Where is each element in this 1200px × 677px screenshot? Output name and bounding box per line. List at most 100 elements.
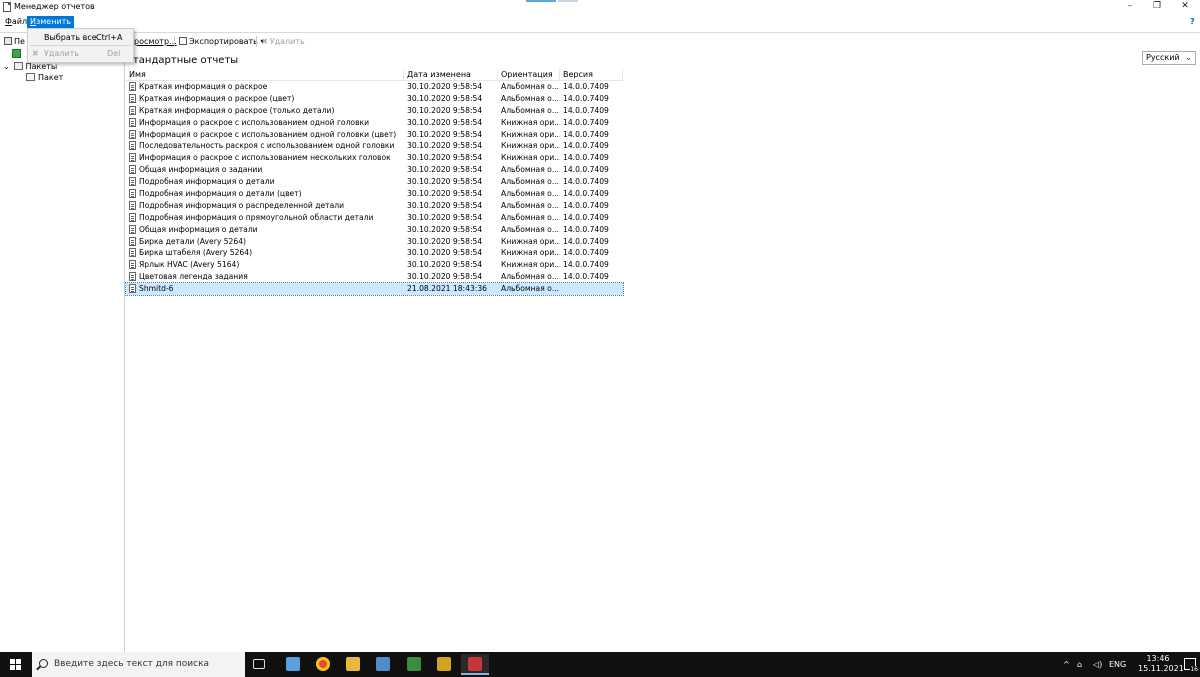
help-icon[interactable]: ? [1187, 16, 1198, 28]
delete-button[interactable]: ✖ Удалить [261, 36, 305, 47]
export-document-icon [179, 37, 187, 45]
cell-version: 14.0.0.7409 [563, 189, 609, 199]
chevron-down-icon[interactable]: ⌄ [3, 61, 11, 72]
taskbar-search-input[interactable]: Введите здесь текст для поиска [32, 652, 245, 677]
table-row[interactable]: Краткая информация о раскрое (только дет… [126, 105, 623, 117]
title-accent-strip [526, 0, 556, 2]
report-document-icon [129, 129, 136, 139]
cell-orientation: Книжная ори... [501, 153, 560, 163]
tree-item-packages-label: Пакеты [25, 62, 58, 71]
table-row[interactable]: Общая информация о детали 30.10.2020 9:58… [126, 224, 623, 236]
windows-start-button[interactable] [0, 652, 32, 677]
language-select[interactable]: Русский ⌄ [1142, 51, 1196, 65]
column-header-date[interactable]: Дата изменена [404, 69, 498, 81]
reports-table: Имя Дата изменена Ориентация Версия Крат… [125, 69, 624, 297]
title-accent-strip-secondary [558, 0, 578, 2]
minimize-button[interactable]: – [1117, 0, 1143, 15]
report-document-icon [129, 236, 136, 246]
cell-orientation: Альбомная о... [501, 177, 560, 187]
input-language[interactable]: ENG [1109, 652, 1126, 677]
report-document-icon [129, 260, 136, 270]
report-name: Информация о раскрое с использованием од… [139, 117, 370, 127]
notification-center-icon[interactable]: 16 [1184, 658, 1198, 673]
report-name: Ярлык HVAC (Avery 5164) [139, 260, 240, 270]
cell-date: 30.10.2020 9:58:54 [407, 117, 483, 127]
taskbar-app-cad[interactable] [400, 654, 428, 675]
table-row[interactable]: Цветовая легенда задания 30.10.2020 9:58:… [126, 271, 623, 283]
table-row[interactable]: Информация о раскрое с использованием од… [126, 129, 623, 141]
table-row[interactable]: Информация о раскрое с использованием од… [126, 117, 623, 129]
menu-file-label: айл [11, 17, 28, 26]
taskbar-app-report-manager[interactable] [461, 654, 489, 675]
menu-item-select-all[interactable]: Выбрать все Ctrl+A [28, 32, 133, 44]
volume-icon[interactable]: ◁) [1093, 652, 1102, 677]
section-title: Стандартные отчеты [126, 55, 239, 66]
cell-version: 14.0.0.7409 [563, 165, 609, 175]
table-row[interactable]: Краткая информация о раскрое 30.10.2020 9… [126, 81, 623, 93]
menu-edit[interactable]: Изменить [27, 16, 74, 28]
report-name: Последовательность раскроя с использован… [139, 141, 395, 151]
table-row[interactable]: Последовательность раскроя с использован… [126, 140, 623, 152]
cell-name: Подробная информация о прямоугольной обл… [126, 212, 404, 224]
column-header-version[interactable]: Версия [560, 69, 623, 81]
cell-version: 14.0.0.7409 [563, 177, 609, 187]
cell-orientation: Альбомная о... [501, 224, 560, 234]
print-button[interactable]: Пе [4, 36, 25, 47]
chrome-icon [316, 657, 330, 671]
cell-date: 30.10.2020 9:58:54 [407, 189, 483, 199]
taskbar-app-ink[interactable] [279, 654, 307, 675]
table-row[interactable]: Общая информация о задании 30.10.2020 9:5… [126, 164, 623, 176]
table-row[interactable]: Подробная информация о детали (цвет) 30.1… [126, 188, 623, 200]
table-row[interactable]: Подробная информация о детали 30.10.2020 … [126, 176, 623, 188]
menu-file[interactable]: Файл [2, 16, 30, 28]
preview-button[interactable]: росмотр... [134, 36, 177, 47]
table-row[interactable]: Бирка детали (Avery 5264) 30.10.2020 9:58… [126, 236, 623, 248]
report-document-icon [129, 189, 136, 199]
taskbar-clock[interactable]: 13:46 15.11.2021 [1138, 654, 1184, 674]
folder-icon [346, 657, 360, 671]
menu-edit-label: зменить [35, 17, 71, 26]
cell-date: 30.10.2020 9:58:54 [407, 82, 483, 91]
cell-version: 14.0.0.7409 [563, 82, 609, 91]
table-row[interactable]: Ярлык HVAC (Avery 5164) 30.10.2020 9:58:5… [126, 259, 623, 271]
delete-label: Удалить [269, 37, 305, 46]
menu-item-delete[interactable]: ✖ Удалить Del [28, 48, 133, 60]
package-tree: ⌄ Пакеты Пакет [0, 49, 125, 652]
taskbar-app-calculator[interactable] [369, 654, 397, 675]
table-row[interactable]: Информация о раскрое с использованием не… [126, 152, 623, 164]
restore-button[interactable]: ❐ [1144, 0, 1170, 15]
table-row[interactable]: Краткая информация о раскрое (цвет) 30.10… [126, 93, 623, 105]
report-name: Бирка штабеля (Avery 5264) [139, 248, 253, 258]
tray-overflow-caret[interactable]: ^ [1063, 652, 1070, 677]
column-header-orientation[interactable]: Ориентация [498, 69, 560, 81]
cell-date: 30.10.2020 9:58:54 [407, 260, 483, 270]
taskbar-app-nesting[interactable] [430, 654, 458, 675]
cell-name: Цветовая легенда задания [126, 271, 404, 283]
cell-name: Информация о раскрое с использованием не… [126, 152, 404, 164]
calculator-icon [376, 657, 390, 671]
cell-date: 30.10.2020 9:58:54 [407, 200, 483, 210]
cell-name: Бирка штабеля (Avery 5264) [126, 247, 404, 259]
cell-orientation: Альбомная о... [501, 212, 560, 222]
cell-version: 14.0.0.7409 [563, 141, 609, 151]
report-name: Информация о раскрое с использованием од… [139, 129, 397, 139]
table-row[interactable]: Shmitd-6 21.08.2021 18:43:36 Альбомная о..… [125, 282, 624, 297]
taskbar-app-explorer[interactable] [339, 654, 367, 675]
clock-date: 15.11.2021 [1138, 664, 1184, 673]
cell-orientation: Альбомная о... [501, 284, 560, 294]
report-name: Цветовая легенда задания [139, 272, 248, 282]
cell-orientation: Альбомная о... [501, 165, 560, 175]
export-button[interactable]: Экспортировать ▾ [179, 36, 264, 47]
column-header-name[interactable]: Имя [126, 69, 404, 81]
close-button[interactable]: ✕ [1172, 0, 1198, 15]
report-document-icon [129, 284, 136, 294]
cell-name: Общая информация о детали [126, 224, 404, 236]
table-row[interactable]: Бирка штабеля (Avery 5264) 30.10.2020 9:5… [126, 247, 623, 259]
task-view-button[interactable] [246, 654, 274, 675]
chevron-down-icon: ⌄ [1185, 53, 1192, 62]
tree-item-package[interactable]: Пакет [26, 72, 63, 83]
table-row[interactable]: Подробная информация о прямоугольной обл… [126, 212, 623, 224]
taskbar-app-chrome[interactable] [309, 654, 337, 675]
network-icon[interactable]: ⌂ [1077, 652, 1082, 677]
table-row[interactable]: Подробная информация о распределенной де… [126, 200, 623, 212]
